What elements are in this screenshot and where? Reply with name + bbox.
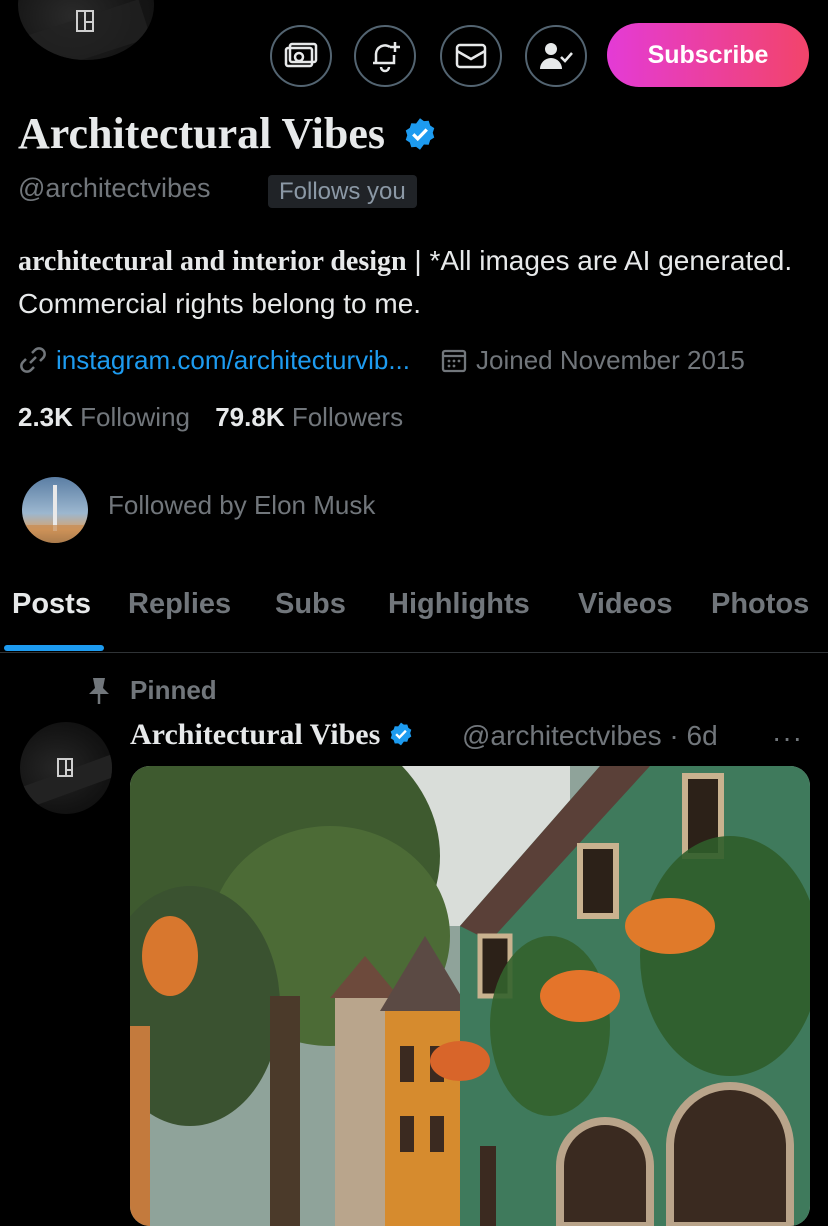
pinned-label: Pinned: [130, 675, 217, 705]
mail-icon: [455, 43, 487, 69]
followers-link[interactable]: 79.8K Followers: [215, 402, 403, 432]
profile-avatar[interactable]: [18, 0, 154, 60]
tab-videos[interactable]: Videos: [578, 588, 673, 621]
profile-bio: architectural and interior design | *All…: [18, 240, 808, 325]
logo-icon: [76, 10, 94, 32]
following-label: Following: [80, 402, 190, 432]
joined-date: Joined November 2015: [476, 344, 745, 375]
logo-icon: [57, 758, 73, 777]
subscribe-button[interactable]: Subscribe: [607, 23, 809, 87]
following-link[interactable]: 2.3K Following: [18, 402, 190, 432]
profile-name-text: Architectural Vibes: [18, 109, 386, 158]
follows-you-badge: Follows you: [268, 175, 417, 208]
post-author-name[interactable]: Architectural Vibes: [130, 718, 414, 752]
followers-label: Followers: [291, 402, 404, 432]
notifications-button[interactable]: [354, 25, 416, 87]
follower-avatar[interactable]: [22, 477, 88, 543]
calendar-icon: [441, 349, 467, 373]
tip-button[interactable]: [270, 25, 332, 87]
verified-badge-icon: [405, 118, 435, 150]
profile-meta: instagram.com/architecturvib... Joined N…: [18, 340, 745, 380]
profile-display-name: Architectural Vibes: [18, 108, 438, 159]
more-options-button[interactable]: ···: [772, 722, 803, 754]
pinned-indicator: Pinned: [86, 675, 217, 706]
street-scene-image: [130, 766, 810, 1226]
tab-posts[interactable]: Posts: [12, 588, 91, 621]
active-tab-indicator: [4, 645, 104, 651]
tab-replies[interactable]: Replies: [128, 588, 231, 621]
pin-icon: [89, 677, 109, 704]
person-check-icon: [540, 43, 573, 69]
tab-subs[interactable]: Subs: [275, 588, 346, 621]
profile-handle: @architectvibes: [18, 173, 211, 203]
following-count: 2.3K: [18, 402, 73, 432]
followers-count: 79.8K: [215, 402, 285, 432]
following-button[interactable]: [525, 25, 587, 87]
post-author-name-text: Architectural Vibes: [130, 718, 381, 751]
link-icon: [20, 347, 46, 373]
tab-highlights[interactable]: Highlights: [388, 588, 530, 621]
profile-tabs: Posts Replies Subs Highlights Videos Pho…: [0, 580, 828, 653]
post-image[interactable]: [130, 766, 810, 1226]
bio-bold-text: architectural and interior design: [18, 246, 407, 277]
post-handle-time: @architectvibes · 6d: [462, 720, 718, 751]
follow-counts: 2.3K Following 79.8K Followers: [18, 402, 403, 433]
tab-photos[interactable]: Photos: [711, 588, 809, 621]
post-author-avatar[interactable]: [20, 722, 112, 814]
followed-by-text[interactable]: Followed by Elon Musk: [108, 490, 375, 521]
money-icon: [284, 42, 318, 68]
bell-add-icon: [373, 42, 400, 73]
profile-link[interactable]: instagram.com/architecturvib...: [56, 345, 410, 376]
message-button[interactable]: [440, 25, 502, 87]
verified-badge-icon: [390, 722, 412, 746]
